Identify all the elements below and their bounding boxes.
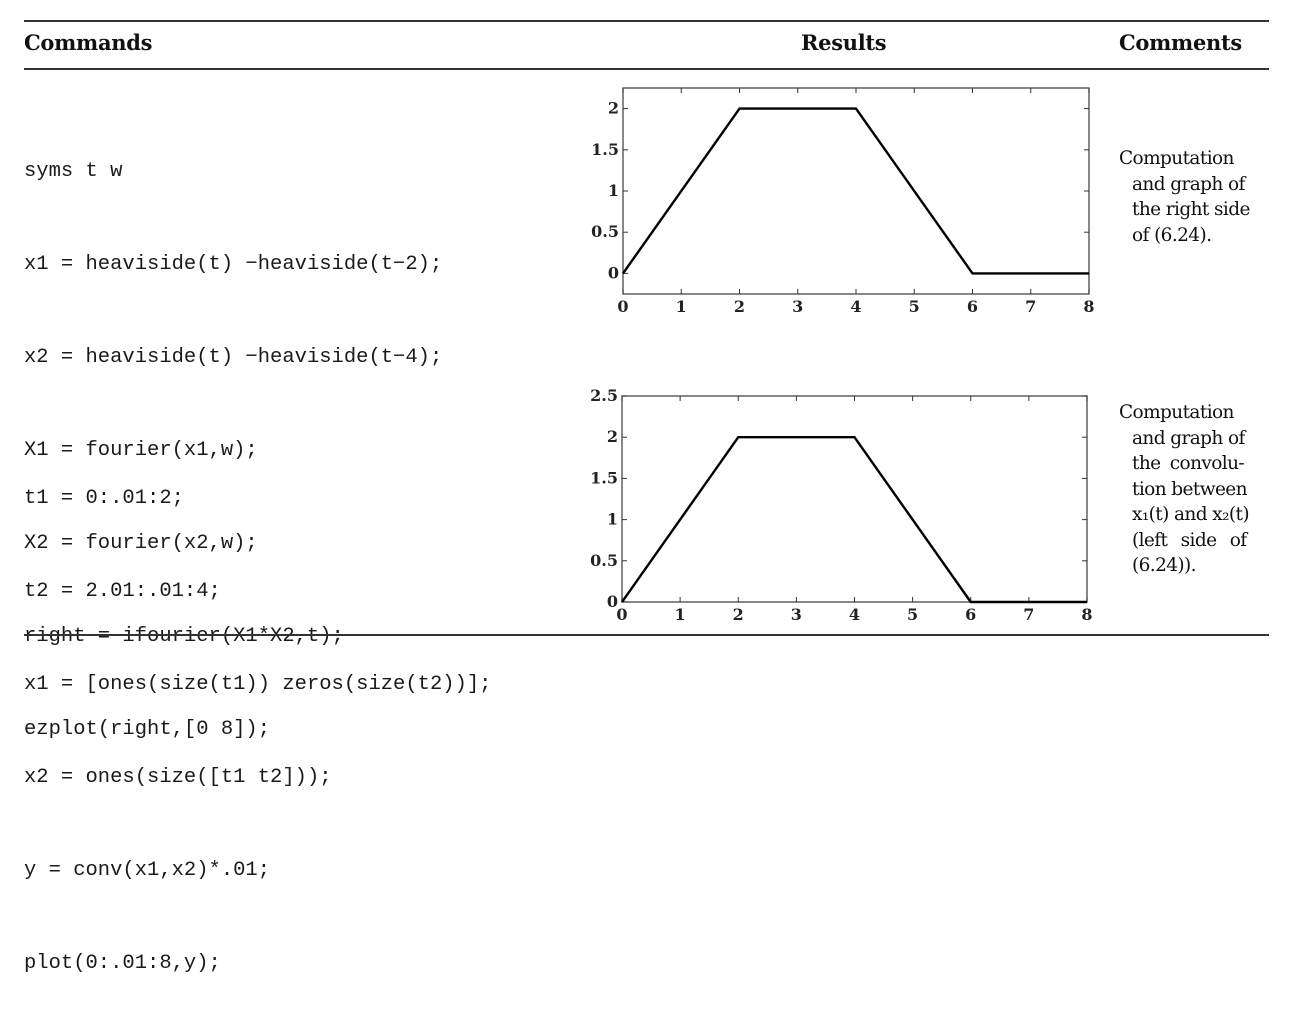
x-tick-label: 7 (1023, 605, 1034, 624)
comment-line: Computation (1119, 148, 1234, 169)
y-tick-label: 1 (608, 181, 619, 200)
comment-line: Computation (1119, 402, 1234, 423)
x-tick-label: 4 (849, 605, 860, 624)
comment-line: and graph of (1132, 427, 1245, 449)
y-tick-label: 2.5 (590, 386, 618, 405)
comment-line: (left side of (1132, 529, 1247, 551)
code-line: x1 = [ones(size(t1)) zeros(size(t2))]; (24, 673, 492, 696)
x-tick-label: 7 (1025, 297, 1036, 316)
x-tick-label: 1 (676, 297, 687, 316)
code-line: t1 = 0:.01:2; (24, 487, 184, 510)
comment-line: the convolu- (1132, 453, 1245, 474)
comment-line: tion between (1132, 478, 1248, 500)
comment-line: x₁(t) and x₂(t) (1132, 504, 1250, 525)
x-tick-label: 2 (734, 297, 745, 316)
x-tick-label: 6 (965, 605, 976, 624)
plot-frame (622, 87, 1090, 295)
series-line-right (622, 107, 1089, 275)
y-tick-label: 2 (608, 99, 619, 118)
x-tick-label: 5 (909, 297, 920, 316)
x-tick-label: 1 (675, 605, 686, 624)
code-line: plot(0:.01:8,y); (24, 952, 221, 975)
x-tick-label: 8 (1081, 605, 1092, 624)
x-tick-label: 3 (791, 605, 802, 624)
x-tick-label: 5 (907, 605, 918, 624)
comment-line: of (6.24). (1132, 224, 1212, 246)
comment-line: the right side (1132, 199, 1250, 220)
x-tick-label: 2 (733, 605, 744, 624)
y-tick-label: 1.5 (590, 468, 618, 487)
comment-line: and graph of (1132, 173, 1245, 195)
y-tick-label: 1 (607, 510, 618, 529)
y-tick-label: 0.5 (591, 222, 619, 241)
bottom-rule (24, 634, 1269, 636)
y-tick-label: 0.5 (590, 551, 618, 570)
x-tick-label: 0 (617, 297, 628, 316)
y-tick-label: 0 (607, 592, 618, 611)
row2-commands: t1 = 0:.01:2; t2 = 2.01:.01:4; x1 = [one… (24, 421, 491, 1010)
row2-comment: Computation and graph of the convolu- ti… (1119, 400, 1250, 579)
x-tick-label: 0 (616, 605, 627, 624)
plot-frame (621, 395, 1088, 603)
row1-comment: Computation and graph of the right side … (1119, 146, 1250, 248)
code-line: y = conv(x1,x2)*.01; (24, 859, 271, 882)
y-tick-label: 0 (608, 263, 619, 282)
code-line: t2 = 2.01:.01:4; (24, 580, 221, 603)
comment-line: (6.24)). (1132, 555, 1197, 576)
x-tick-label: 6 (967, 297, 978, 316)
y-tick-label: 1.5 (591, 140, 619, 159)
x-tick-label: 3 (792, 297, 803, 316)
series-line-y (621, 436, 1087, 604)
x-tick-label: 8 (1083, 297, 1094, 316)
code-line: x2 = ones(size([t1 t2])); (24, 766, 332, 789)
x-tick-label: 4 (850, 297, 861, 316)
y-tick-label: 2 (607, 427, 618, 446)
